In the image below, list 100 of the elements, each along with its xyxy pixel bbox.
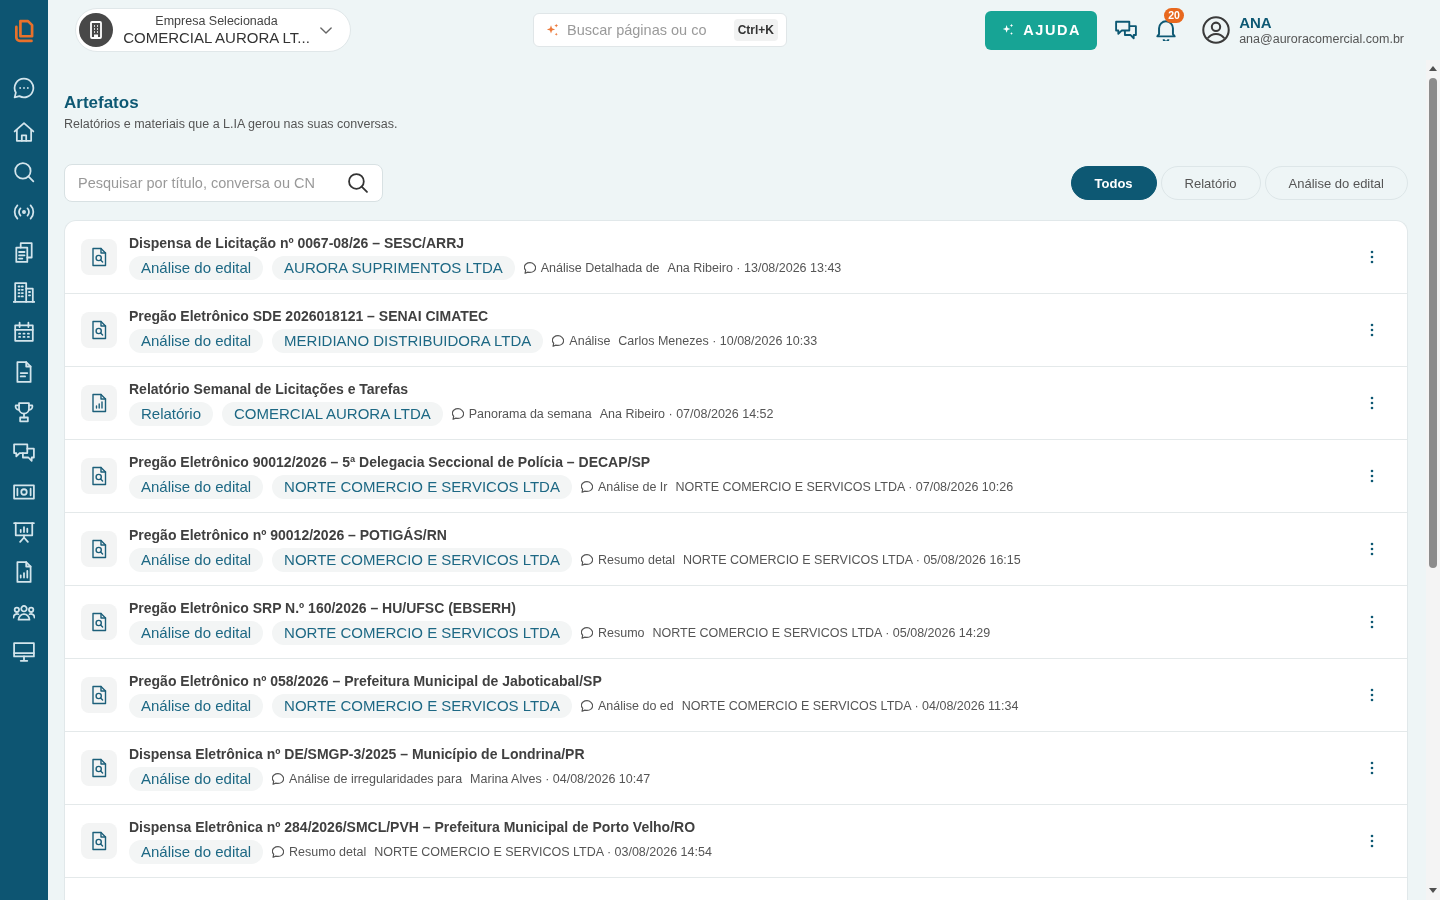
author-and-date: NORTE COMERCIO E SERVICOS LTDA · 03/08/2026 14:54 [374,845,712,859]
bell-icon[interactable] [1155,19,1178,41]
file-search-icon [81,239,117,275]
conversation-name: Resumo [597,626,645,640]
broadcast-icon[interactable] [13,201,35,223]
search-icon [348,173,368,193]
file-search-icon [81,531,117,567]
artifact-title: Dispensa de Licitação nº 0067-08/26 – SESC/ARRJ [129,234,466,252]
file-chart-icon [81,385,117,421]
global-search-input[interactable]: Buscar páginas ou co [567,22,727,38]
artifact-title: Pregão Eletrônico nº 058/2026 – Prefeitura Municipal de Jaboticabal/SP [129,672,603,690]
global-search-field[interactable]: Buscar páginas ou co Ctrl+K [533,13,787,47]
artifact-tag: Análise do edital [129,767,264,791]
documents-icon[interactable] [13,241,35,263]
vertical-dots-icon [1370,542,1374,556]
artifact-tag: Análise do edital [129,548,264,572]
artifact-tag: Análise do edital [129,475,264,499]
search-input[interactable]: Pesquisar por título, conversa ou CN [78,175,342,191]
chat-bubble-icon [580,554,593,566]
calendar-icon[interactable] [13,321,35,343]
page-title: Artefatos [64,93,140,113]
vertical-dots-icon [1370,250,1374,264]
author-and-date: Ana Ribeiro · 07/08/2026 14:52 [599,407,774,421]
scroll-up-arrow-icon[interactable] [1429,66,1437,71]
artifact-tag: NORTE COMERCIO E SERVICOS LTDA [272,621,572,645]
trophy-icon[interactable] [13,401,35,423]
artifact-tag: NORTE COMERCIO E SERVICOS LTDA [272,548,572,572]
chat-bubble-icon [580,627,593,639]
file-search-icon [81,677,117,713]
author-and-date: Ana Ribeiro · 13/08/2026 13:43 [667,261,842,275]
artifact-tag: Análise do edital [129,840,264,864]
filter-tab[interactable]: Relatório [1160,166,1261,200]
presentation-chart-icon[interactable] [13,521,35,543]
conversation-name: Resumo detal [289,845,367,859]
file-search-icon [81,823,117,859]
artifact-title: Pregão Eletrônico nº 90012/2026 – POTIGÁS/RN [129,526,448,544]
selected-company-name: COMERCIAL AURORA LT... [123,28,310,47]
conversation-name: Análise de irregularidades para [289,772,463,786]
user-avatar-icon[interactable] [1202,16,1231,44]
artifact-title: Relatório Semanal de Licitações e Tarefas [129,380,410,398]
chevron-down-icon [320,26,332,34]
artifact-tag: Análise do edital [129,329,264,353]
conversation-name: Panorama da semana [468,407,592,421]
artifact-title: Pregão Eletrônico SDE 2026018121 – SENAI CIMATEC [129,307,490,325]
file-search-icon [81,458,117,494]
building-icon [79,13,113,47]
artifact-tag: Análise do edital [129,621,264,645]
monitor-icon[interactable] [13,641,35,663]
chat-bubble-icon[interactable] [13,77,35,99]
artifact-title: Dispensa Eletrônica nº 284/2026/SMCL/PVH – Prefeitura Municipal de Porto Velho/RO [129,818,697,836]
search-icon[interactable] [13,161,35,183]
conversation-name: Análise do ed [597,699,674,713]
chat-bubble-icon [451,408,464,420]
sparkle-icon [1001,23,1016,37]
artifact-title: Pregão Eletrônico 90012/2026 – 5ª Delegacia Seccional de Polícia – DECAP/SP [129,453,652,471]
chat-bubble-icon [272,846,285,858]
author-and-date: NORTE COMERCIO E SERVICOS LTDA · 04/08/2026 11:34 [681,699,1019,713]
chats-icon[interactable] [1115,19,1138,41]
conversation-name: Análise [569,334,611,348]
conversation-name: Resumo detal [597,553,676,567]
artifact-tag: MERIDIANO DISTRIBUIDORA LTDA [272,329,544,353]
author-and-date: NORTE COMERCIO E SERVICOS LTDA · 07/08/2026 10:26 [675,480,1014,494]
user-name: ANA [1239,13,1273,32]
keyboard-shortcut: Ctrl+K [733,19,778,41]
chat-bubble-icon [523,262,536,274]
building-icon[interactable] [13,281,35,303]
vertical-dots-icon [1370,688,1374,702]
artifact-tag: Relatório [129,402,214,426]
filter-tab[interactable]: Análise do edital [1264,166,1408,200]
filter-tab[interactable]: Todos [1070,166,1157,200]
company-selector[interactable]: Empresa Selecionada COMERCIAL AURORA LT... [75,8,351,52]
vertical-dots-icon [1370,396,1374,410]
notification-count: 20 [1164,8,1184,23]
conversation-name: Análise de Ir [597,480,668,494]
scrollbar[interactable] [1426,60,1440,900]
chat-bubble-icon [580,481,593,493]
author-and-date: Marina Alves · 04/08/2026 10:47 [470,772,651,786]
vertical-dots-icon [1370,469,1374,483]
file-search-icon [81,604,117,640]
logo-icon[interactable] [13,19,35,43]
page-subtitle: Relatórios e materiais que a L.IA gerou nas suas conversas. [64,116,399,132]
vertical-dots-icon [1370,323,1374,337]
conversation-name: Análise Detalhada de [540,261,660,275]
search-field[interactable]: Pesquisar por título, conversa ou CN [64,164,383,202]
scrollbar-thumb[interactable] [1429,78,1437,568]
artifact-tag: COMERCIAL AURORA LTDA [222,402,443,426]
user-email: ana@auroracomercial.com.br [1239,31,1404,47]
home-icon[interactable] [13,121,35,143]
vertical-dots-icon [1370,615,1374,629]
artifact-tag: NORTE COMERCIO E SERVICOS LTDA [272,694,572,718]
scroll-down-arrow-icon[interactable] [1429,888,1437,893]
vertical-dots-icon [1370,761,1374,775]
file-search-icon [81,750,117,786]
company-selector-label: Empresa Selecionada [155,13,278,29]
artifact-tag: Análise do edital [129,694,264,718]
chats-icon[interactable] [13,441,35,463]
chat-bubble-icon [552,335,565,347]
file-search-icon [81,312,117,348]
artifact-tag: NORTE COMERCIO E SERVICOS LTDA [272,475,572,499]
chat-bubble-icon [580,700,593,712]
